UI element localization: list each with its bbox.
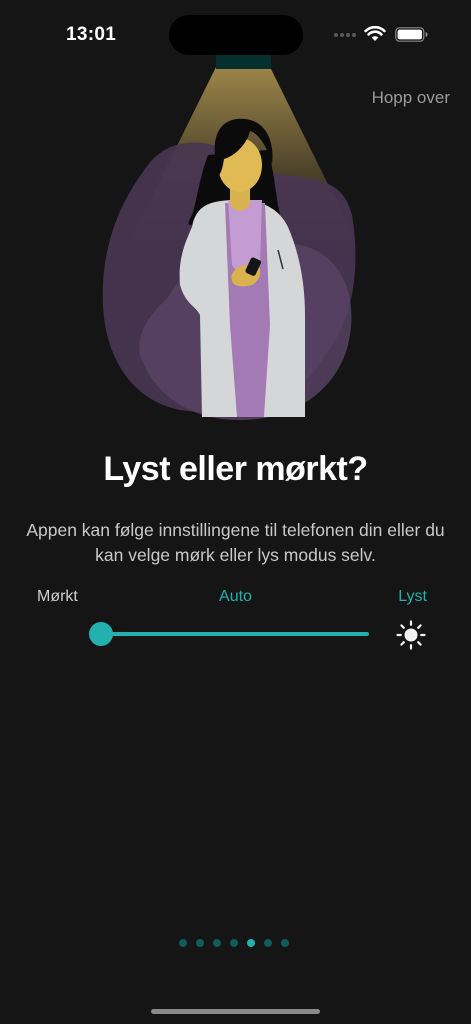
wifi-icon [364,25,386,41]
doctor-illustration [102,55,358,420]
page-dot[interactable] [281,939,289,947]
page-description: Appen kan følge innstillingene til telef… [26,520,445,565]
page-dot[interactable] [247,939,255,947]
theme-slider-track[interactable] [101,632,369,636]
theme-slider-thumb[interactable] [89,622,113,646]
theme-labels: Mørkt Auto Lyst [0,588,471,612]
page-dot[interactable] [179,939,187,947]
home-indicator[interactable] [151,1009,320,1014]
sun-icon[interactable] [396,620,426,650]
cellular-signal-icon [334,33,358,39]
light-mode-label[interactable]: Lyst [398,588,427,606]
page-title: Lyst eller mørkt? [103,450,368,488]
skip-button[interactable]: Hopp over [372,88,450,108]
page-dot[interactable] [230,939,238,947]
battery-icon [395,27,428,42]
page-indicator [179,939,298,947]
dynamic-island [169,15,303,55]
page-dot[interactable] [196,939,204,947]
page-dot[interactable] [213,939,221,947]
status-time: 13:01 [66,24,117,45]
page-dot[interactable] [264,939,272,947]
moon-icon[interactable] [47,620,73,648]
